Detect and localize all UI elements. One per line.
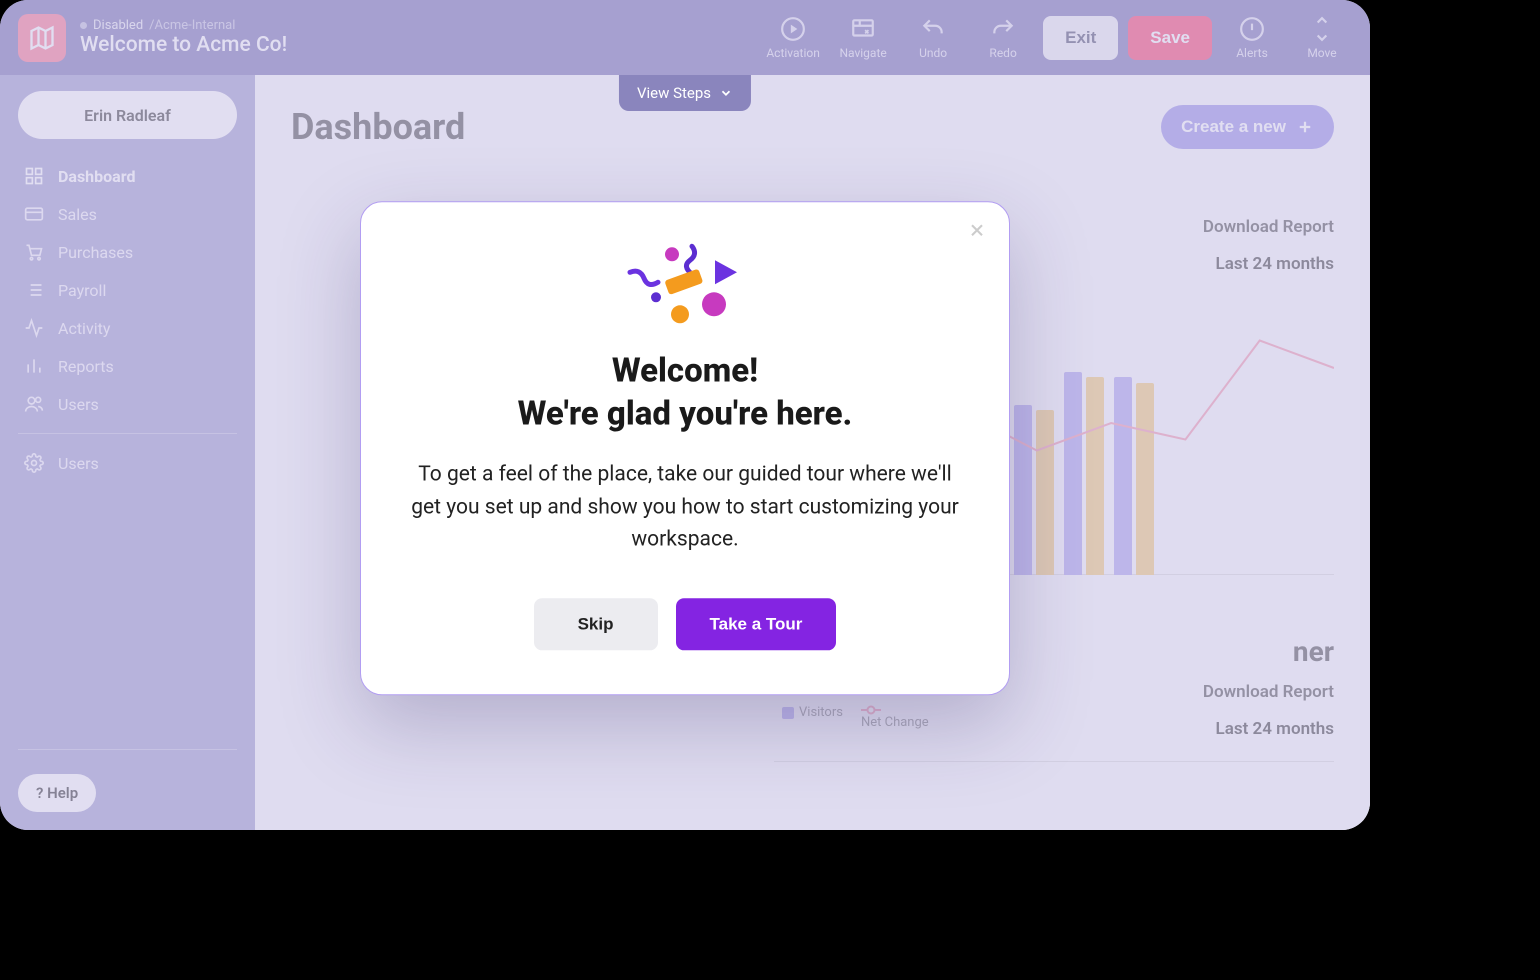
sidebar-item-label: Users [58,454,99,473]
sidebar-item-label: Purchases [58,243,133,262]
app-frame: Disabled /Acme-Internal Welcome to Acme … [0,0,1370,830]
legend-visitors: Visitors [799,705,843,720]
panel2-divider [774,761,1334,762]
take-tour-button[interactable]: Take a Tour [676,598,837,650]
topbar: Disabled /Acme-Internal Welcome to Acme … [0,0,1370,75]
app-title-block: Disabled /Acme-Internal Welcome to Acme … [80,18,287,57]
gear-icon [24,453,44,473]
navigate-label: Navigate [839,46,886,60]
activation-icon [780,16,806,42]
modal-body: To get a feel of the place, take our gui… [409,458,961,556]
sidebar-item-activity[interactable]: Activity [18,309,237,347]
card-icon [24,204,44,224]
move-icon [1309,16,1335,42]
redo-action[interactable]: Redo [973,16,1033,60]
save-button[interactable]: Save [1128,16,1212,60]
users-icon [24,394,44,414]
sidebar-item-reports[interactable]: Reports [18,347,237,385]
sidebar-item-label: Activity [58,319,110,338]
sidebar-item-label: Payroll [58,281,106,300]
redo-icon [990,16,1016,42]
view-steps-tab[interactable]: View Steps [619,75,751,111]
grid-icon [24,166,44,186]
map-icon [28,24,56,52]
status-dot-icon [80,22,87,29]
sidebar-item-users[interactable]: Users [18,385,237,423]
legend-line-icon [861,705,881,715]
bars-icon [24,356,44,376]
move-action[interactable]: Move [1292,16,1352,60]
sidebar-item-label: Users [58,395,99,414]
app-logo [18,14,66,62]
redo-label: Redo [989,46,1016,60]
workspace-path: /Acme-Internal [149,18,235,33]
close-button[interactable] [967,220,987,240]
view-steps-label: View Steps [637,84,711,102]
help-button[interactable]: ? Help [18,774,96,812]
nav-separator [18,433,237,434]
legend-netchange: Net Change [861,715,929,730]
download-report-link-2[interactable]: Download Report [1203,674,1334,711]
sidebar-item-sales[interactable]: Sales [18,195,237,233]
create-new-button[interactable]: Create a new [1161,105,1334,149]
app-title: Welcome to Acme Co! [80,33,287,57]
legend: Visitors Net Change [782,705,971,730]
sidebar-item-payroll[interactable]: Payroll [18,271,237,309]
confetti-illustration [409,242,961,332]
sidebar: Erin Radleaf Dashboard Sales Purchases P… [0,75,255,830]
sidebar-item-label: Reports [58,357,114,376]
navigate-icon [850,16,876,42]
status-label: Disabled [93,18,143,33]
cart-icon [24,242,44,262]
activation-action[interactable]: Activation [763,16,823,60]
activity-icon [24,318,44,338]
chevron-down-icon [719,86,733,100]
confetti-icon [620,242,750,332]
alerts-action[interactable]: Alerts [1222,16,1282,60]
sidebar-item-label: Sales [58,205,97,224]
legend-swatch-icon [782,707,794,719]
activation-label: Activation [766,46,820,60]
sidebar-item-label: Dashboard [58,167,135,186]
list-icon [24,280,44,300]
undo-label: Undo [919,46,947,60]
nav-separator [18,749,237,750]
range-label-2: Last 24 months [1203,711,1334,748]
alerts-icon [1239,16,1265,42]
sidebar-item-dashboard[interactable]: Dashboard [18,157,237,195]
page-title: Dashboard [291,106,465,148]
navigate-action[interactable]: Navigate [833,16,893,60]
plus-icon [1296,118,1314,136]
undo-action[interactable]: Undo [903,16,963,60]
skip-button[interactable]: Skip [534,598,658,650]
sidebar-item-settings[interactable]: Users [18,444,237,482]
move-label: Move [1307,46,1336,60]
sidebar-item-purchases[interactable]: Purchases [18,233,237,271]
close-icon [967,220,987,240]
modal-title-line1: Welcome! [612,351,758,390]
exit-button[interactable]: Exit [1043,16,1118,60]
modal-title: Welcome! We're glad you're here. [409,350,961,436]
welcome-modal: Welcome! We're glad you're here. To get … [360,201,1010,694]
status-line: Disabled /Acme-Internal [80,18,287,33]
undo-icon [920,16,946,42]
modal-title-line2: We're glad you're here. [518,394,853,433]
create-label: Create a new [1181,117,1286,137]
alerts-label: Alerts [1236,46,1268,60]
user-pill[interactable]: Erin Radleaf [18,91,237,139]
